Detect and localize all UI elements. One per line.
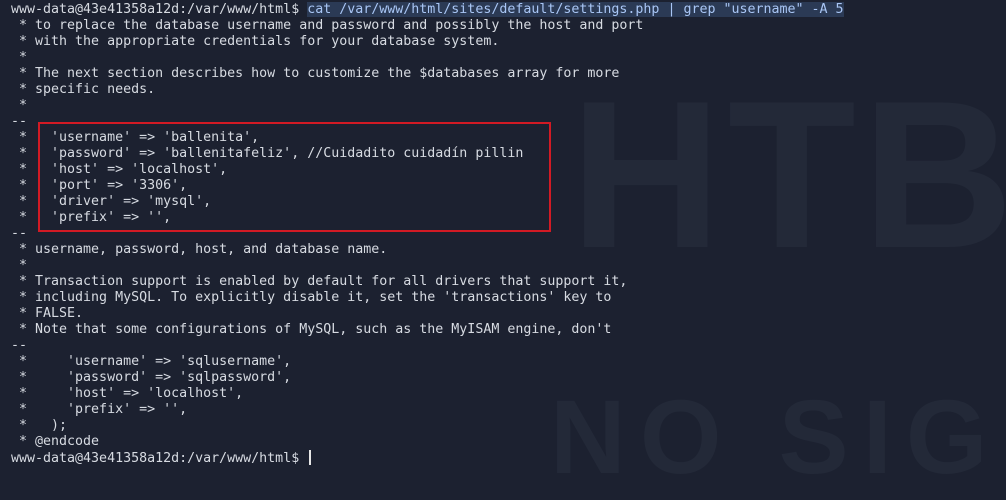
output-line: * 'prefix' => '', bbox=[11, 402, 188, 417]
command-line: www-data@43e41358a12d:/var/www/html$ cat… bbox=[11, 2, 1006, 18]
output-line: * Transaction support is enabled by defa… bbox=[11, 274, 628, 289]
input-line[interactable]: www-data@43e41358a12d:/var/www/html$ bbox=[11, 450, 1006, 466]
output-line: * 'prefix' => '', bbox=[11, 210, 172, 225]
output-line: * The next section describes how to cust… bbox=[11, 66, 620, 81]
output-line: * 'port' => '3306', bbox=[11, 178, 188, 193]
output-line: * including MySQL. To explicitly disable… bbox=[11, 290, 612, 305]
output-line: * 'driver' => 'mysql', bbox=[11, 194, 212, 209]
shell-prompt: www-data@43e41358a12d:/var/www/html$ bbox=[11, 451, 308, 466]
output-line: * ); bbox=[11, 418, 68, 433]
output-line: * 'password' => 'ballenitafeliz', //Cuid… bbox=[11, 146, 524, 161]
shell-prompt: www-data@43e41358a12d:/var/www/html$ bbox=[11, 2, 308, 17]
output-line: -- bbox=[11, 338, 28, 353]
terminal-window[interactable]: HTB NO SIG www-data@43e41358a12d:/var/ww… bbox=[0, 0, 1006, 500]
output-line: * Note that some configurations of MySQL… bbox=[11, 322, 612, 337]
output-line: * specific needs. bbox=[11, 82, 156, 97]
output-line: * bbox=[11, 98, 28, 113]
terminal-output: www-data@43e41358a12d:/var/www/html$ cat… bbox=[11, 2, 1006, 466]
output-line: * to replace the database username and p… bbox=[11, 18, 644, 33]
output-line: * username, password, host, and database… bbox=[11, 242, 388, 257]
output-line: * with the appropriate credentials for y… bbox=[11, 34, 500, 49]
text-cursor bbox=[309, 450, 312, 465]
output-line: * 'password' => 'sqlpassword', bbox=[11, 370, 292, 385]
output-line: * 'username' => 'ballenita', bbox=[11, 130, 260, 145]
output-line: * @endcode bbox=[11, 434, 100, 449]
output-line: * bbox=[11, 258, 28, 273]
output-line: * FALSE. bbox=[11, 306, 84, 321]
output-line: -- bbox=[11, 114, 28, 129]
output-line: * 'username' => 'sqlusername', bbox=[11, 354, 292, 369]
output-line: * bbox=[11, 50, 28, 65]
output-line: * 'host' => 'localhost', bbox=[11, 386, 244, 401]
command-text: cat /var/www/html/sites/default/settings… bbox=[307, 2, 844, 17]
output-line: * 'host' => 'localhost', bbox=[11, 162, 228, 177]
output-line: -- bbox=[11, 226, 28, 241]
